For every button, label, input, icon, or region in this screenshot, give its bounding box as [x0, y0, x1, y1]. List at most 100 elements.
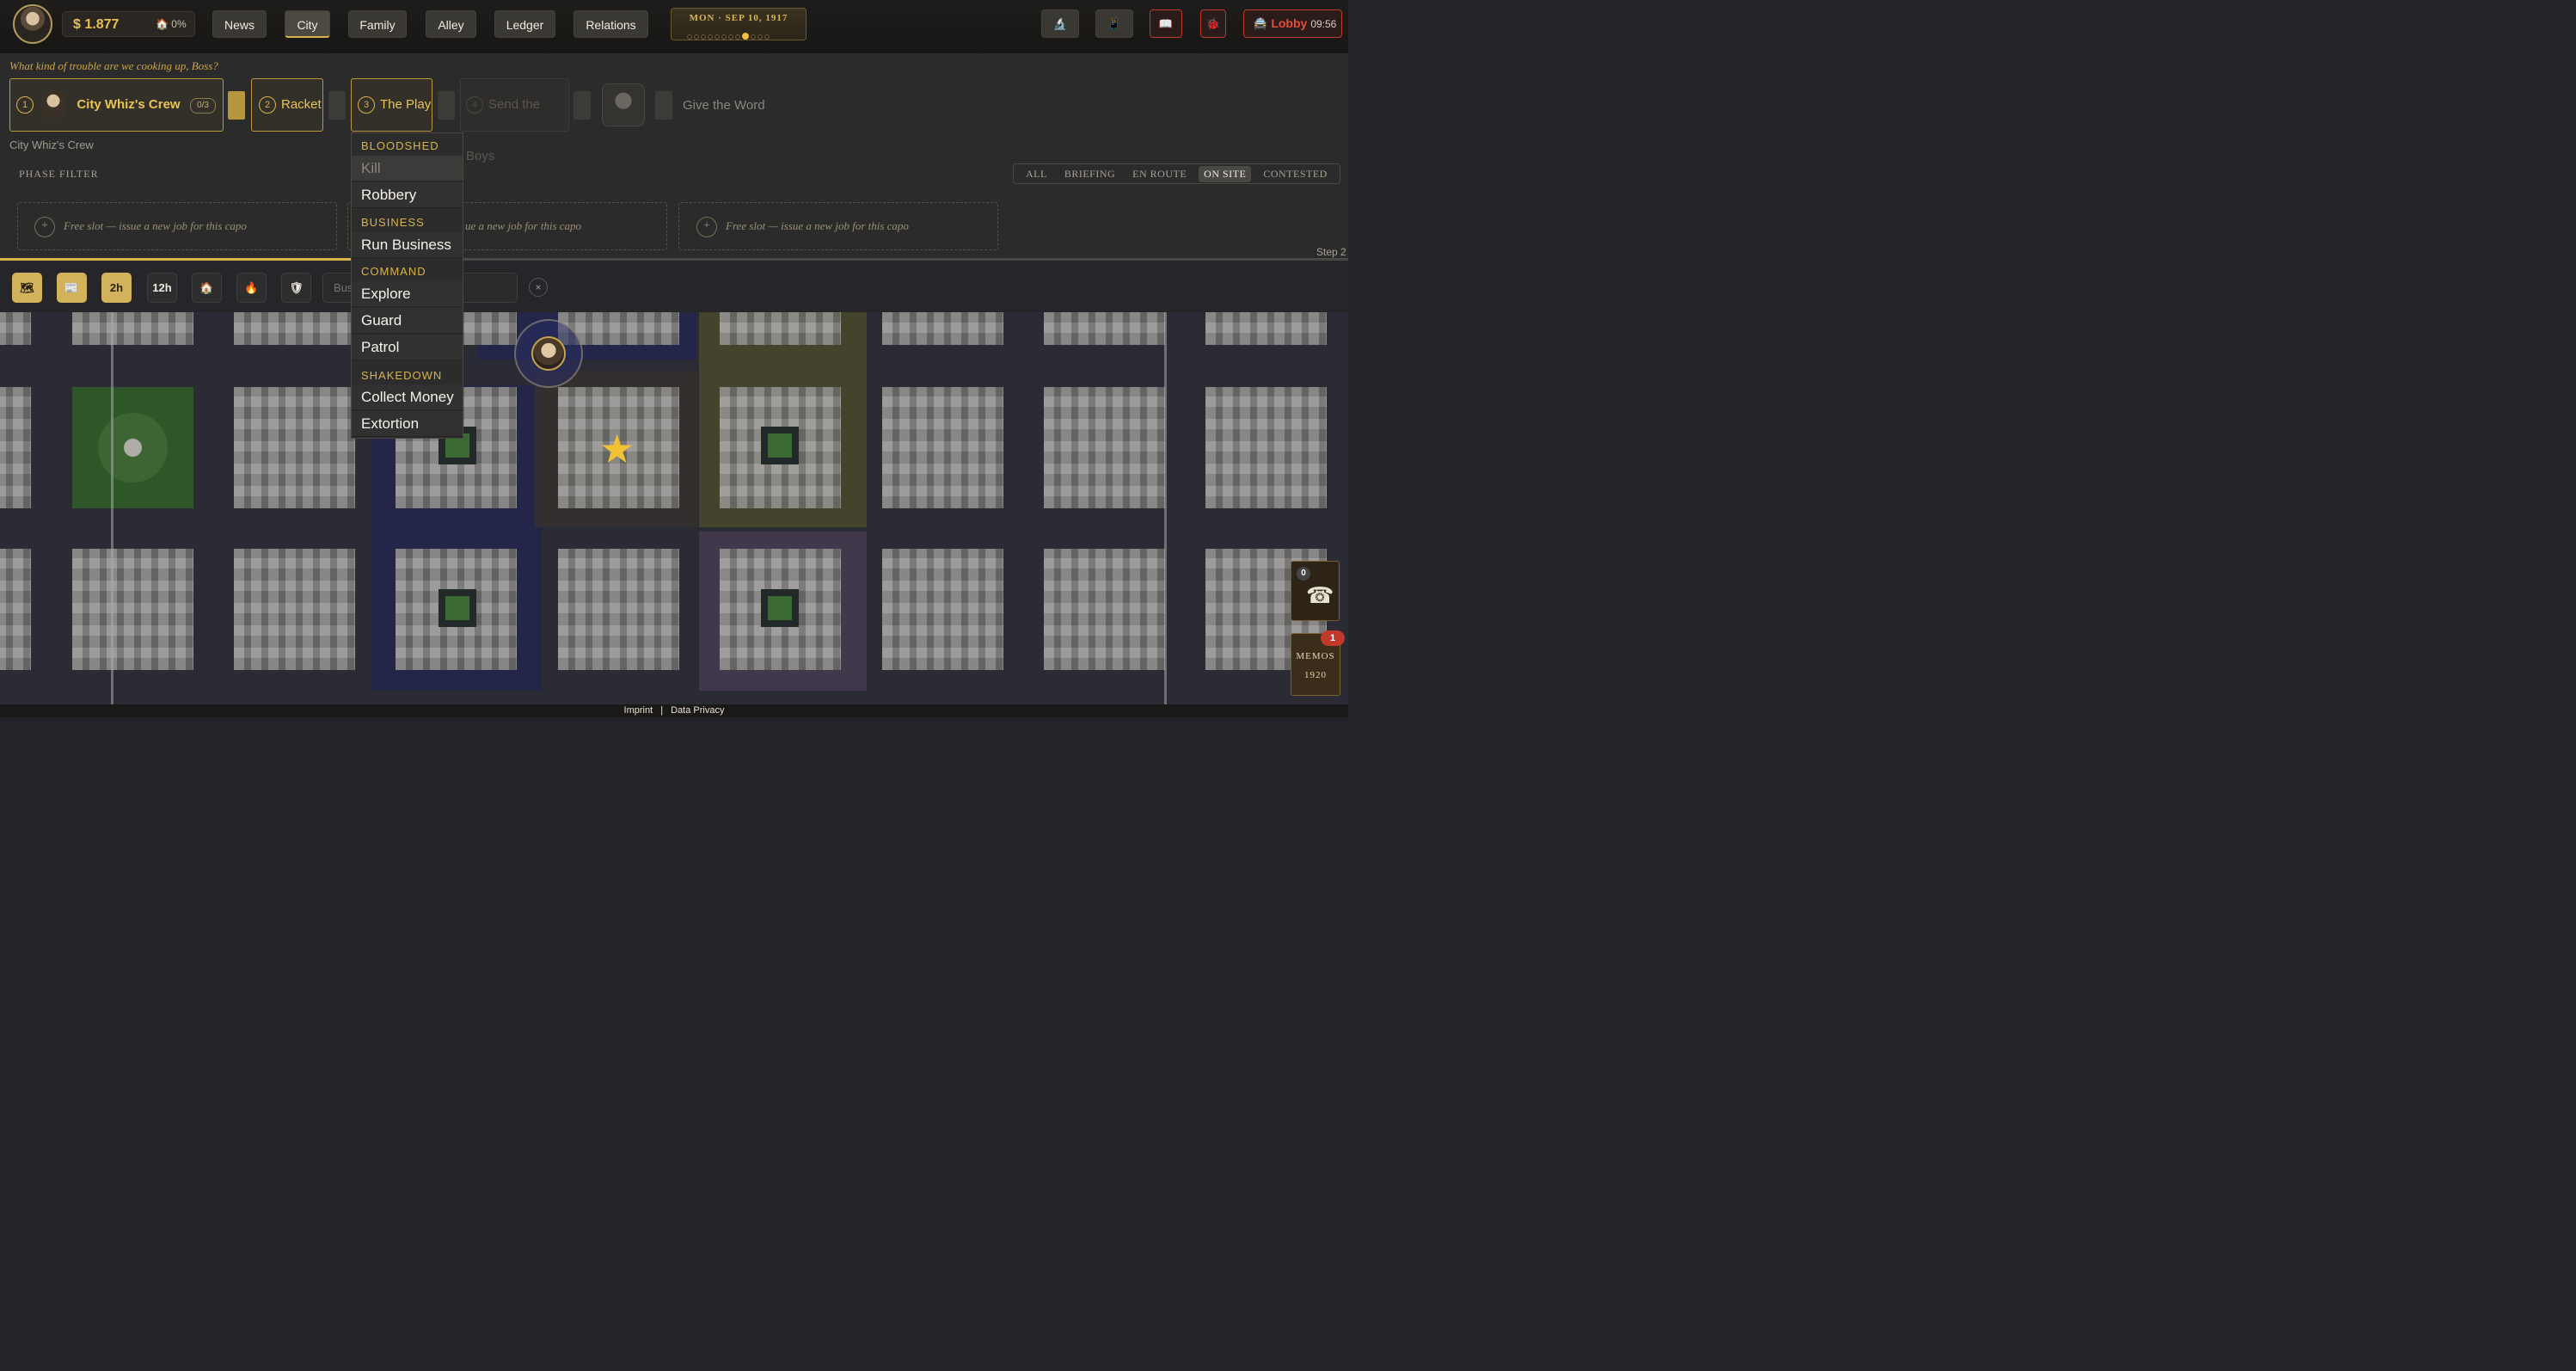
dropdown-item-collect-money[interactable]: Collect Money	[352, 384, 463, 410]
step-the-play[interactable]: 3 The Play	[351, 78, 432, 132]
boss-silhouette-icon	[602, 83, 645, 126]
city-block[interactable]	[720, 312, 841, 345]
city-block[interactable]	[1044, 312, 1165, 345]
fire-icon[interactable]: 🔥	[236, 273, 267, 303]
capo-map-marker[interactable]	[514, 319, 583, 388]
dropdown-item-robbery[interactable]: Robbery	[352, 182, 463, 208]
city-block[interactable]	[72, 312, 193, 345]
city-block[interactable]	[882, 312, 1003, 345]
nav-family-button[interactable]: Family	[348, 10, 407, 38]
date-progress-dot	[701, 34, 706, 40]
capo-avatar	[531, 336, 566, 371]
courtyard	[439, 589, 476, 627]
city-block[interactable]	[234, 312, 355, 345]
dropdown-item-guard[interactable]: Guard	[352, 308, 463, 334]
dropdown-group-header: SHAKEDOWN	[361, 369, 443, 382]
step-label: City Whiz's Crew	[77, 97, 181, 112]
date-progress-dot	[687, 34, 692, 40]
lobby-button[interactable]: 🚔 Lobby 09:56	[1243, 9, 1342, 38]
date-progress-dots	[687, 28, 771, 44]
close-icon[interactable]: ×	[529, 278, 548, 297]
city-map[interactable]: ★	[0, 312, 1348, 705]
city-block[interactable]	[234, 549, 355, 670]
dropdown-item-extortion[interactable]: Extortion	[352, 411, 463, 437]
city-block[interactable]	[72, 549, 193, 670]
date-display[interactable]: MON · SEP 10, 1917	[671, 8, 807, 40]
dropdown-item-patrol[interactable]: Patrol	[352, 335, 463, 360]
book-icon[interactable]: 📖	[1150, 9, 1182, 38]
nav-alley-button[interactable]: Alley	[426, 10, 476, 38]
house-icon[interactable]: 🏠	[192, 273, 222, 303]
city-block[interactable]	[558, 549, 679, 670]
city-block[interactable]	[882, 387, 1003, 508]
phase-filter-on-site[interactable]: ON SITE	[1199, 165, 1252, 182]
date-progress-dot	[764, 34, 770, 40]
park-block[interactable]	[72, 387, 193, 508]
city-block[interactable]	[1205, 387, 1327, 508]
phase-filter-en-route[interactable]: EN ROUTE	[1127, 166, 1192, 182]
step-number: 1	[16, 96, 34, 114]
date-progress-dot	[751, 34, 756, 40]
city-block[interactable]	[0, 312, 31, 345]
step-give-the-word[interactable]: Give the Word	[683, 98, 765, 113]
step-connector	[438, 91, 455, 120]
date-progress-dot	[715, 34, 720, 40]
phase-filter: ALL BRIEFING EN ROUTE ON SITE CONTESTED	[1013, 163, 1340, 184]
city-block[interactable]	[0, 387, 31, 508]
free-job-slot[interactable]: + Free slot — issue a new job for this ca…	[17, 202, 337, 250]
free-job-slot[interactable]: + Free slot — issue a new job for this ca…	[678, 202, 998, 250]
phone-icon[interactable]: 📱	[1095, 9, 1133, 38]
date-text: MON · SEP 10, 1917	[689, 13, 788, 23]
nav-relations-button[interactable]: Relations	[573, 10, 648, 38]
shield-icon[interactable]: 🛡	[281, 273, 311, 303]
phase-filter-briefing[interactable]: BRIEFING	[1059, 166, 1120, 182]
dropdown-item-explore[interactable]: Explore	[352, 281, 463, 307]
nav-ledger-button[interactable]: Ledger	[494, 10, 555, 38]
city-block[interactable]	[1044, 549, 1165, 670]
crew-subtitle: City Whiz's Crew	[9, 138, 94, 151]
step-number: 4	[466, 96, 483, 114]
nav-news-button[interactable]: News	[212, 10, 267, 38]
phase-filter-contested[interactable]: CONTESTED	[1258, 166, 1333, 182]
memos-widget[interactable]: 1 MEMOS 1920	[1291, 630, 1345, 696]
city-block[interactable]	[0, 549, 31, 670]
date-progress-dot	[694, 34, 699, 40]
telephone-widget[interactable]: 0 ☎	[1291, 561, 1340, 621]
capo-avatar	[42, 91, 65, 120]
phase-filter-all[interactable]: ALL	[1021, 166, 1052, 182]
phase-filter-label: PHASE FILTER	[19, 168, 99, 180]
lobby-timer: 09:56	[1310, 18, 1337, 30]
map-icon[interactable]: 🗺	[12, 273, 42, 303]
planning-prompt: What kind of trouble are we cooking up, …	[9, 59, 218, 72]
time-2h-button[interactable]: 2h	[101, 273, 132, 303]
city-block[interactable]	[1205, 312, 1327, 345]
city-block[interactable]	[1044, 387, 1165, 508]
dropdown-group-header: COMMAND	[361, 265, 426, 278]
step-send-the-boys[interactable]: 4 Send the Boys	[460, 78, 569, 163]
newspaper-icon[interactable]: 📰	[57, 273, 87, 303]
city-block[interactable]	[234, 387, 355, 508]
memos-year: 1920	[1304, 670, 1327, 680]
dropdown-item-run-business[interactable]: Run Business	[352, 232, 463, 258]
date-progress-dot	[742, 33, 749, 40]
boss-avatar[interactable]	[13, 4, 52, 44]
headquarters-star-icon[interactable]: ★	[599, 426, 635, 472]
money-display: $ 1.877 🏠 0%	[62, 11, 195, 37]
map-toolbar: 🗺 📰 2h 12h 🏠 🔥 🛡 ×	[0, 261, 1348, 312]
microscope-icon[interactable]: 🔬	[1041, 9, 1079, 38]
dropdown-item-kill[interactable]: Kill	[352, 156, 463, 181]
bug-icon[interactable]: 🐞	[1200, 9, 1226, 38]
memos-title: MEMOS	[1296, 651, 1335, 661]
step-indicator: Step 2	[1316, 246, 1346, 258]
road	[1164, 312, 1167, 705]
crew-count: 0/3	[190, 98, 216, 114]
city-block[interactable]	[882, 549, 1003, 670]
dropdown-group-header: BUSINESS	[361, 216, 425, 229]
step-crew[interactable]: 1 City Whiz's Crew 0/3	[9, 78, 224, 132]
nav-city-button[interactable]: City	[285, 10, 330, 38]
time-12h-button[interactable]: 12h	[147, 273, 177, 303]
step-racket[interactable]: 2 Racket	[251, 78, 323, 132]
imprint-link[interactable]: Imprint	[624, 705, 653, 716]
privacy-link[interactable]: Data Privacy	[671, 705, 724, 716]
step-label: The Play	[380, 97, 432, 112]
